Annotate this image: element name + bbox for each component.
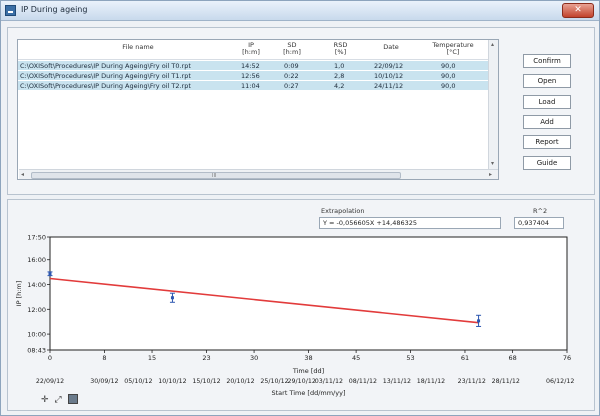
app-window: IP During ageing ✕ File name IP [h:m] SD…: [0, 0, 600, 416]
cell-file: C:\OXISoft\Procedures\IP During Ageing\F…: [20, 72, 191, 80]
title-bar[interactable]: IP During ageing ✕: [1, 1, 599, 21]
equation-field: Y = -0,056605X +14,486325: [319, 217, 501, 229]
table-row[interactable]: C:\OXISoft\Procedures\IP During Ageing\F…: [18, 81, 488, 90]
confirm-button[interactable]: Confirm: [523, 54, 571, 68]
extrapolation-label: Extrapolation: [321, 207, 365, 215]
cell-date: 10/10/12: [374, 72, 404, 80]
cell-ip: 11:04: [241, 82, 260, 90]
col-header-rsd[interactable]: RSD [%]: [318, 42, 363, 56]
cell-sd: 0:09: [284, 62, 299, 70]
cell-rsd: 1,0: [334, 62, 345, 70]
cell-file: C:\OXISoft\Procedures\IP During Ageing\F…: [20, 82, 191, 90]
scroll-down-icon[interactable]: ▾: [491, 160, 494, 167]
col-header-file[interactable]: File name: [58, 44, 218, 51]
scroll-left-icon[interactable]: ◂: [21, 171, 24, 178]
pan-tool-icon[interactable]: [67, 394, 78, 404]
table-row[interactable]: C:\OXISoft\Procedures\IP During Ageing\F…: [18, 61, 488, 70]
load-button[interactable]: Load: [523, 95, 571, 109]
cell-temperature: 90,0: [441, 72, 456, 80]
cell-date: 22/09/12: [374, 62, 404, 70]
chart-toolbar: ✛ ⤢: [41, 394, 81, 405]
open-button[interactable]: Open: [523, 74, 571, 88]
app-icon: [5, 5, 16, 16]
r2-label: R^2: [533, 207, 548, 215]
scroll-up-icon[interactable]: ▴: [491, 41, 494, 48]
cell-ip: 12:56: [241, 72, 260, 80]
cell-file: C:\OXISoft\Procedures\IP During Ageing\F…: [20, 62, 191, 70]
cell-ip: 14:52: [241, 62, 260, 70]
vertical-scrollbar[interactable]: ▴ ▾: [488, 40, 498, 170]
col-header-sd[interactable]: SD [h:m]: [271, 42, 313, 56]
cell-temperature: 90,0: [441, 82, 456, 90]
col-header-date[interactable]: Date: [366, 44, 416, 51]
col-header-temperature[interactable]: Temperature [°C]: [423, 42, 483, 56]
horizontal-scrollbar[interactable]: ◂ III ▸: [19, 169, 498, 179]
file-table[interactable]: File name IP [h:m] SD [h:m] RSD [%] Date…: [17, 39, 499, 180]
zoom-tool-icon[interactable]: ⤢: [54, 395, 61, 405]
cell-temperature: 90,0: [441, 62, 456, 70]
scroll-thumb[interactable]: III: [31, 172, 401, 179]
scroll-right-icon[interactable]: ▸: [489, 171, 492, 178]
cell-rsd: 2,8: [334, 72, 345, 80]
table-header: File name IP [h:m] SD [h:m] RSD [%] Date…: [18, 40, 488, 60]
cursor-tool-icon[interactable]: ✛: [41, 395, 49, 405]
close-button[interactable]: ✕: [562, 3, 594, 18]
report-button[interactable]: Report: [523, 135, 571, 149]
window-title: IP During ageing: [21, 5, 88, 14]
cell-date: 24/11/12: [374, 82, 404, 90]
scroll-grip-icon: III: [212, 173, 217, 179]
add-button[interactable]: Add: [523, 115, 571, 129]
r2-field: 0,937404: [514, 217, 564, 229]
guide-button[interactable]: Guide: [523, 156, 571, 170]
cell-sd: 0:27: [284, 82, 299, 90]
col-header-ip[interactable]: IP [h:m]: [231, 42, 271, 56]
cell-rsd: 4,2: [334, 82, 345, 90]
cell-sd: 0:22: [284, 72, 299, 80]
table-row[interactable]: C:\OXISoft\Procedures\IP During Ageing\F…: [18, 71, 488, 80]
chart-panel: [7, 199, 595, 411]
